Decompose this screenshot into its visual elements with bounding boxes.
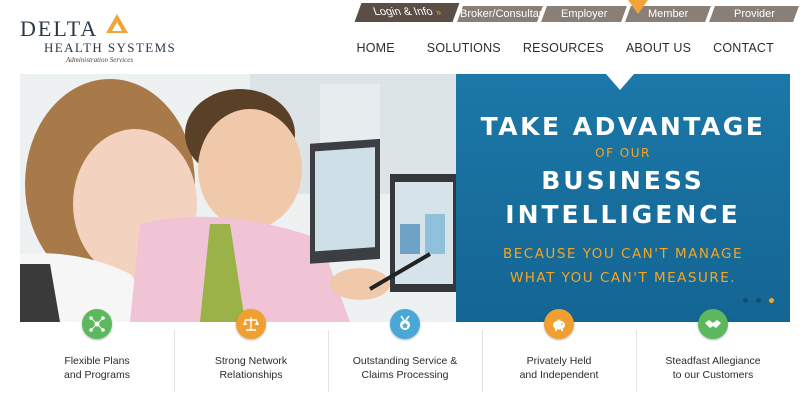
nav-home-link[interactable]: HOME (356, 41, 394, 55)
piggy-bank-icon (544, 309, 574, 339)
provider-label: Provider (733, 8, 775, 20)
hero-headline-2: OF OUR (595, 146, 651, 160)
network-icon (82, 309, 112, 339)
feature-subtitle: Relationships (219, 369, 283, 381)
feature-title: Flexible Plans (64, 355, 130, 367)
feature-subtitle: to our Customers (672, 369, 754, 381)
nav-contact-link[interactable]: CONTACT (713, 41, 774, 55)
feature-privately-held[interactable]: Privately Held and Independent (482, 309, 636, 402)
hero-headline-3: BUSINESS (541, 166, 705, 195)
slide-dot-1[interactable] (743, 298, 748, 303)
feature-outstanding-service[interactable]: Outstanding Service & Claims Processing (328, 309, 482, 402)
feature-title: Privately Held (526, 355, 592, 367)
delta-triangle-icon (106, 14, 128, 33)
feature-steadfast-allegiance[interactable]: Steadfast Allegiance to our Customers (636, 309, 790, 402)
feature-subtitle: and Programs (64, 369, 130, 381)
award-icon (390, 309, 420, 339)
member-label: Member (647, 8, 689, 20)
feature-flexible-plans[interactable]: Flexible Plans and Programs (20, 309, 174, 402)
provider-tab[interactable]: Provider (709, 6, 799, 22)
nav-solutions-link[interactable]: SOLUTIONS (427, 41, 501, 55)
login-info-label: Login & Info (371, 6, 435, 18)
feature-subtitle: Claims Processing (361, 369, 449, 381)
feature-strong-network[interactable]: Strong Network Relationships (174, 309, 328, 402)
logo-tagline: Administration Services (66, 56, 134, 64)
slide-dot-3[interactable] (769, 298, 774, 303)
hero-slider: TAKE ADVANTAGE OF OUR BUSINESS INTELLIGE… (20, 74, 790, 322)
login-info-tab[interactable]: Login & Info» (354, 3, 460, 22)
main-navigation: HOME SOLUTIONS RESOURCES ABOUT US CONTAC… (356, 41, 774, 55)
active-indicator-icon (628, 0, 648, 14)
nav-about-link[interactable]: ABOUT US (626, 41, 691, 55)
logo-subtitle: HEALTH SYSTEMS (44, 40, 177, 55)
panel-notch (606, 74, 634, 90)
feature-title: Strong Network (214, 355, 288, 367)
handshake-icon (698, 309, 728, 339)
business-people-image (20, 74, 456, 322)
scales-icon (236, 309, 266, 339)
logo-wordmark: DELTA (20, 16, 99, 41)
hero-tagline-1: BECAUSE YOU CAN'T MANAGE (502, 246, 743, 262)
hero-headline-1: TAKE ADVANTAGE (480, 112, 766, 141)
hero-tagline-2: WHAT YOU CAN'T MEASURE. (509, 270, 737, 286)
portal-tabs: Login & Info» Broker/Consultant Employer… (354, 0, 804, 24)
employer-label: Employer (560, 8, 608, 20)
broker-consultant-tab[interactable]: Broker/Consultant (457, 6, 548, 22)
nav-resources-link[interactable]: RESOURCES (523, 41, 604, 55)
hero-photo (20, 74, 456, 322)
broker-consultant-label: Broker/Consultant (460, 8, 549, 20)
employer-tab[interactable]: Employer (541, 6, 627, 22)
slide-dots (743, 298, 774, 303)
hero-message-panel: TAKE ADVANTAGE OF OUR BUSINESS INTELLIGE… (456, 74, 790, 322)
company-logo[interactable]: DELTA HEALTH SYSTEMS Administration Serv… (20, 14, 180, 64)
feature-subtitle: and Independent (519, 369, 599, 381)
feature-title: Outstanding Service & (352, 355, 458, 367)
feature-title: Steadfast Allegiance (665, 355, 761, 367)
feature-strip: Flexible Plans and Programs Strong Netwo… (20, 309, 790, 402)
slide-dot-2[interactable] (756, 298, 761, 303)
hero-headline-4: INTELLIGENCE (505, 200, 741, 229)
